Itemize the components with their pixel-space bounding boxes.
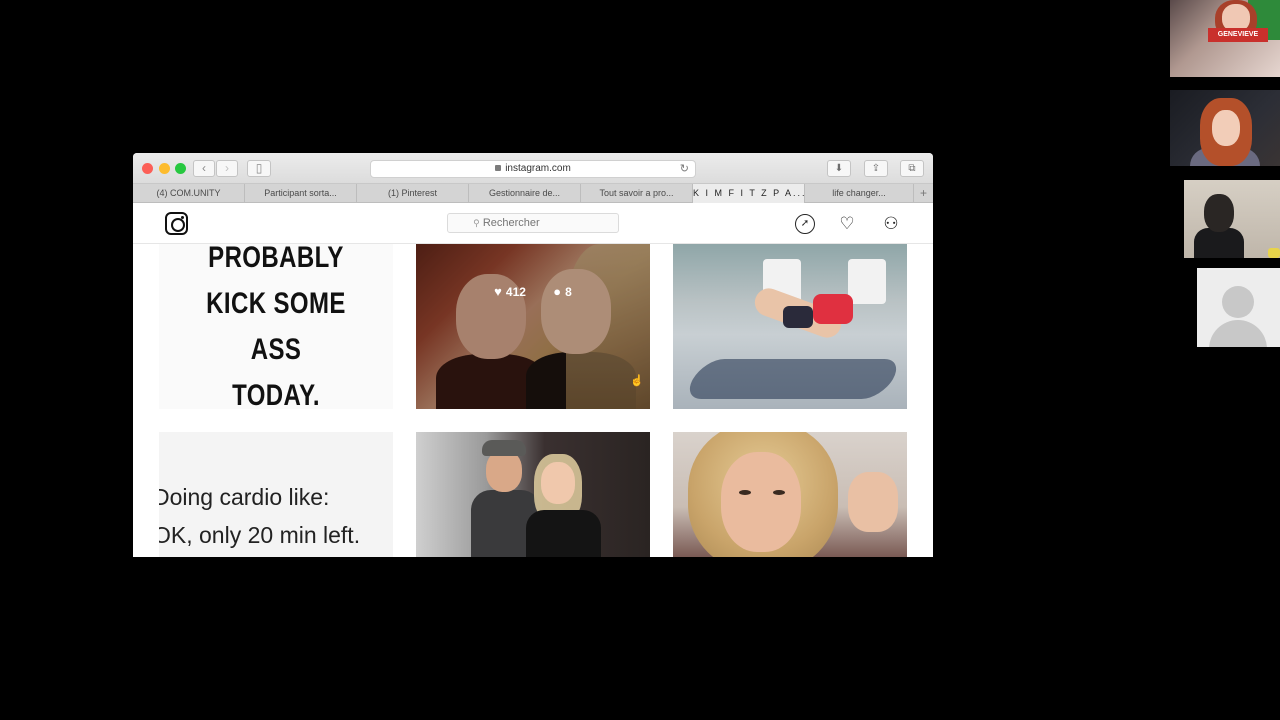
sidebar-toggle-button[interactable]: ▯ — [247, 160, 271, 177]
tab-pinterest[interactable]: (1) Pinterest — [357, 184, 469, 203]
post-couple-photo[interactable] — [416, 432, 650, 557]
browser-window: ‹ › ▯ instagram.com ↻ ⬇ ⇪ ⧉ (4) COM.UNIT… — [133, 153, 933, 557]
browser-titlebar: ‹ › ▯ instagram.com ↻ ⬇ ⇪ ⧉ — [133, 153, 933, 184]
tab-participant[interactable]: Participant sorta... — [245, 184, 357, 203]
new-tab-button[interactable]: + — [914, 184, 933, 202]
heart-icon: ♥ — [494, 284, 502, 299]
post-quote[interactable]: PROBABLY KICK SOME ASS TODAY. — [159, 244, 393, 409]
share-button[interactable]: ⇪ — [864, 160, 888, 177]
forward-button[interactable]: › — [216, 160, 238, 177]
post-friends-photo[interactable]: ♥ 412 ● 8 — [416, 244, 650, 409]
address-bar[interactable]: instagram.com ↻ — [370, 160, 696, 178]
quote-text: PROBABLY KICK SOME ASS TODAY. — [206, 244, 346, 409]
download-icon: ⬇ — [834, 163, 844, 174]
instagram-header: ⚲ ➚ ♡ ⚇ — [133, 203, 933, 244]
share-icon: ⇪ — [871, 163, 881, 174]
post-stats: ♥ 412 ● 8 — [416, 284, 650, 299]
likes-count: ♥ 412 — [494, 284, 526, 299]
address-url: instagram.com — [505, 163, 571, 174]
profile-icon[interactable]: ⚇ — [881, 214, 901, 234]
tab-community[interactable]: (4) COM.UNITY — [133, 184, 245, 203]
cardio-text: Doing cardio like: OK, only 20 min left. — [159, 484, 361, 548]
chevron-right-icon: › — [225, 161, 229, 175]
post-cardio-text[interactable]: Doing cardio like: OK, only 20 min left. — [159, 432, 393, 557]
heart-icon[interactable]: ♡ — [837, 214, 857, 234]
reload-icon[interactable]: ↻ — [680, 161, 689, 177]
search-icon: ⚲ — [473, 218, 480, 228]
back-button[interactable]: ‹ — [193, 160, 215, 177]
screen-share-view: ‹ › ▯ instagram.com ↻ ⬇ ⇪ ⧉ (4) COM.UNIT… — [0, 0, 1280, 720]
chevron-left-icon: ‹ — [202, 161, 206, 175]
show-tabs-button[interactable]: ⧉ — [900, 160, 924, 177]
plus-icon: + — [919, 186, 927, 200]
participant-video-4[interactable] — [1197, 268, 1280, 347]
tab-tout-savoir[interactable]: Tout savoir a pro... — [581, 184, 693, 203]
search-box[interactable]: ⚲ — [447, 213, 619, 233]
download-button[interactable]: ⬇ — [827, 160, 851, 177]
tab-bar: (4) COM.UNITY Participant sorta... (1) P… — [133, 184, 933, 203]
compass-icon[interactable]: ➚ — [795, 214, 815, 234]
zoom-window-button[interactable] — [175, 163, 186, 174]
participant-video-2[interactable] — [1170, 90, 1280, 166]
participant-banner: GENEVIEVE — [1208, 28, 1268, 42]
instagram-logo-icon[interactable] — [165, 212, 188, 235]
pointer-cursor-icon: ☝ — [630, 375, 644, 387]
minimize-window-button[interactable] — [159, 163, 170, 174]
tabs-icon: ⧉ — [908, 163, 916, 174]
avatar-icon — [1222, 286, 1254, 318]
close-window-button[interactable] — [142, 163, 153, 174]
post-selfie-photo[interactable] — [673, 432, 907, 557]
sidebar-icon: ▯ — [255, 161, 263, 175]
participant-video-1[interactable]: GENEVIEVE — [1170, 0, 1280, 77]
search-input[interactable] — [482, 217, 593, 229]
tab-kimfitzpa-active[interactable]: K I M F I T Z P A... — [693, 184, 805, 203]
lock-icon — [495, 165, 502, 171]
post-workout-photo[interactable] — [673, 244, 907, 409]
comments-count: ● 8 — [553, 284, 572, 299]
tab-life-changer[interactable]: life changer... — [805, 184, 914, 203]
tab-gestionnaire[interactable]: Gestionnaire de... — [469, 184, 581, 203]
posts-grid: PROBABLY KICK SOME ASS TODAY. ♥412 ●8 — [133, 244, 933, 557]
hover-overlay — [416, 244, 650, 409]
participant-video-3[interactable] — [1184, 180, 1280, 258]
comment-icon: ● — [553, 284, 562, 299]
